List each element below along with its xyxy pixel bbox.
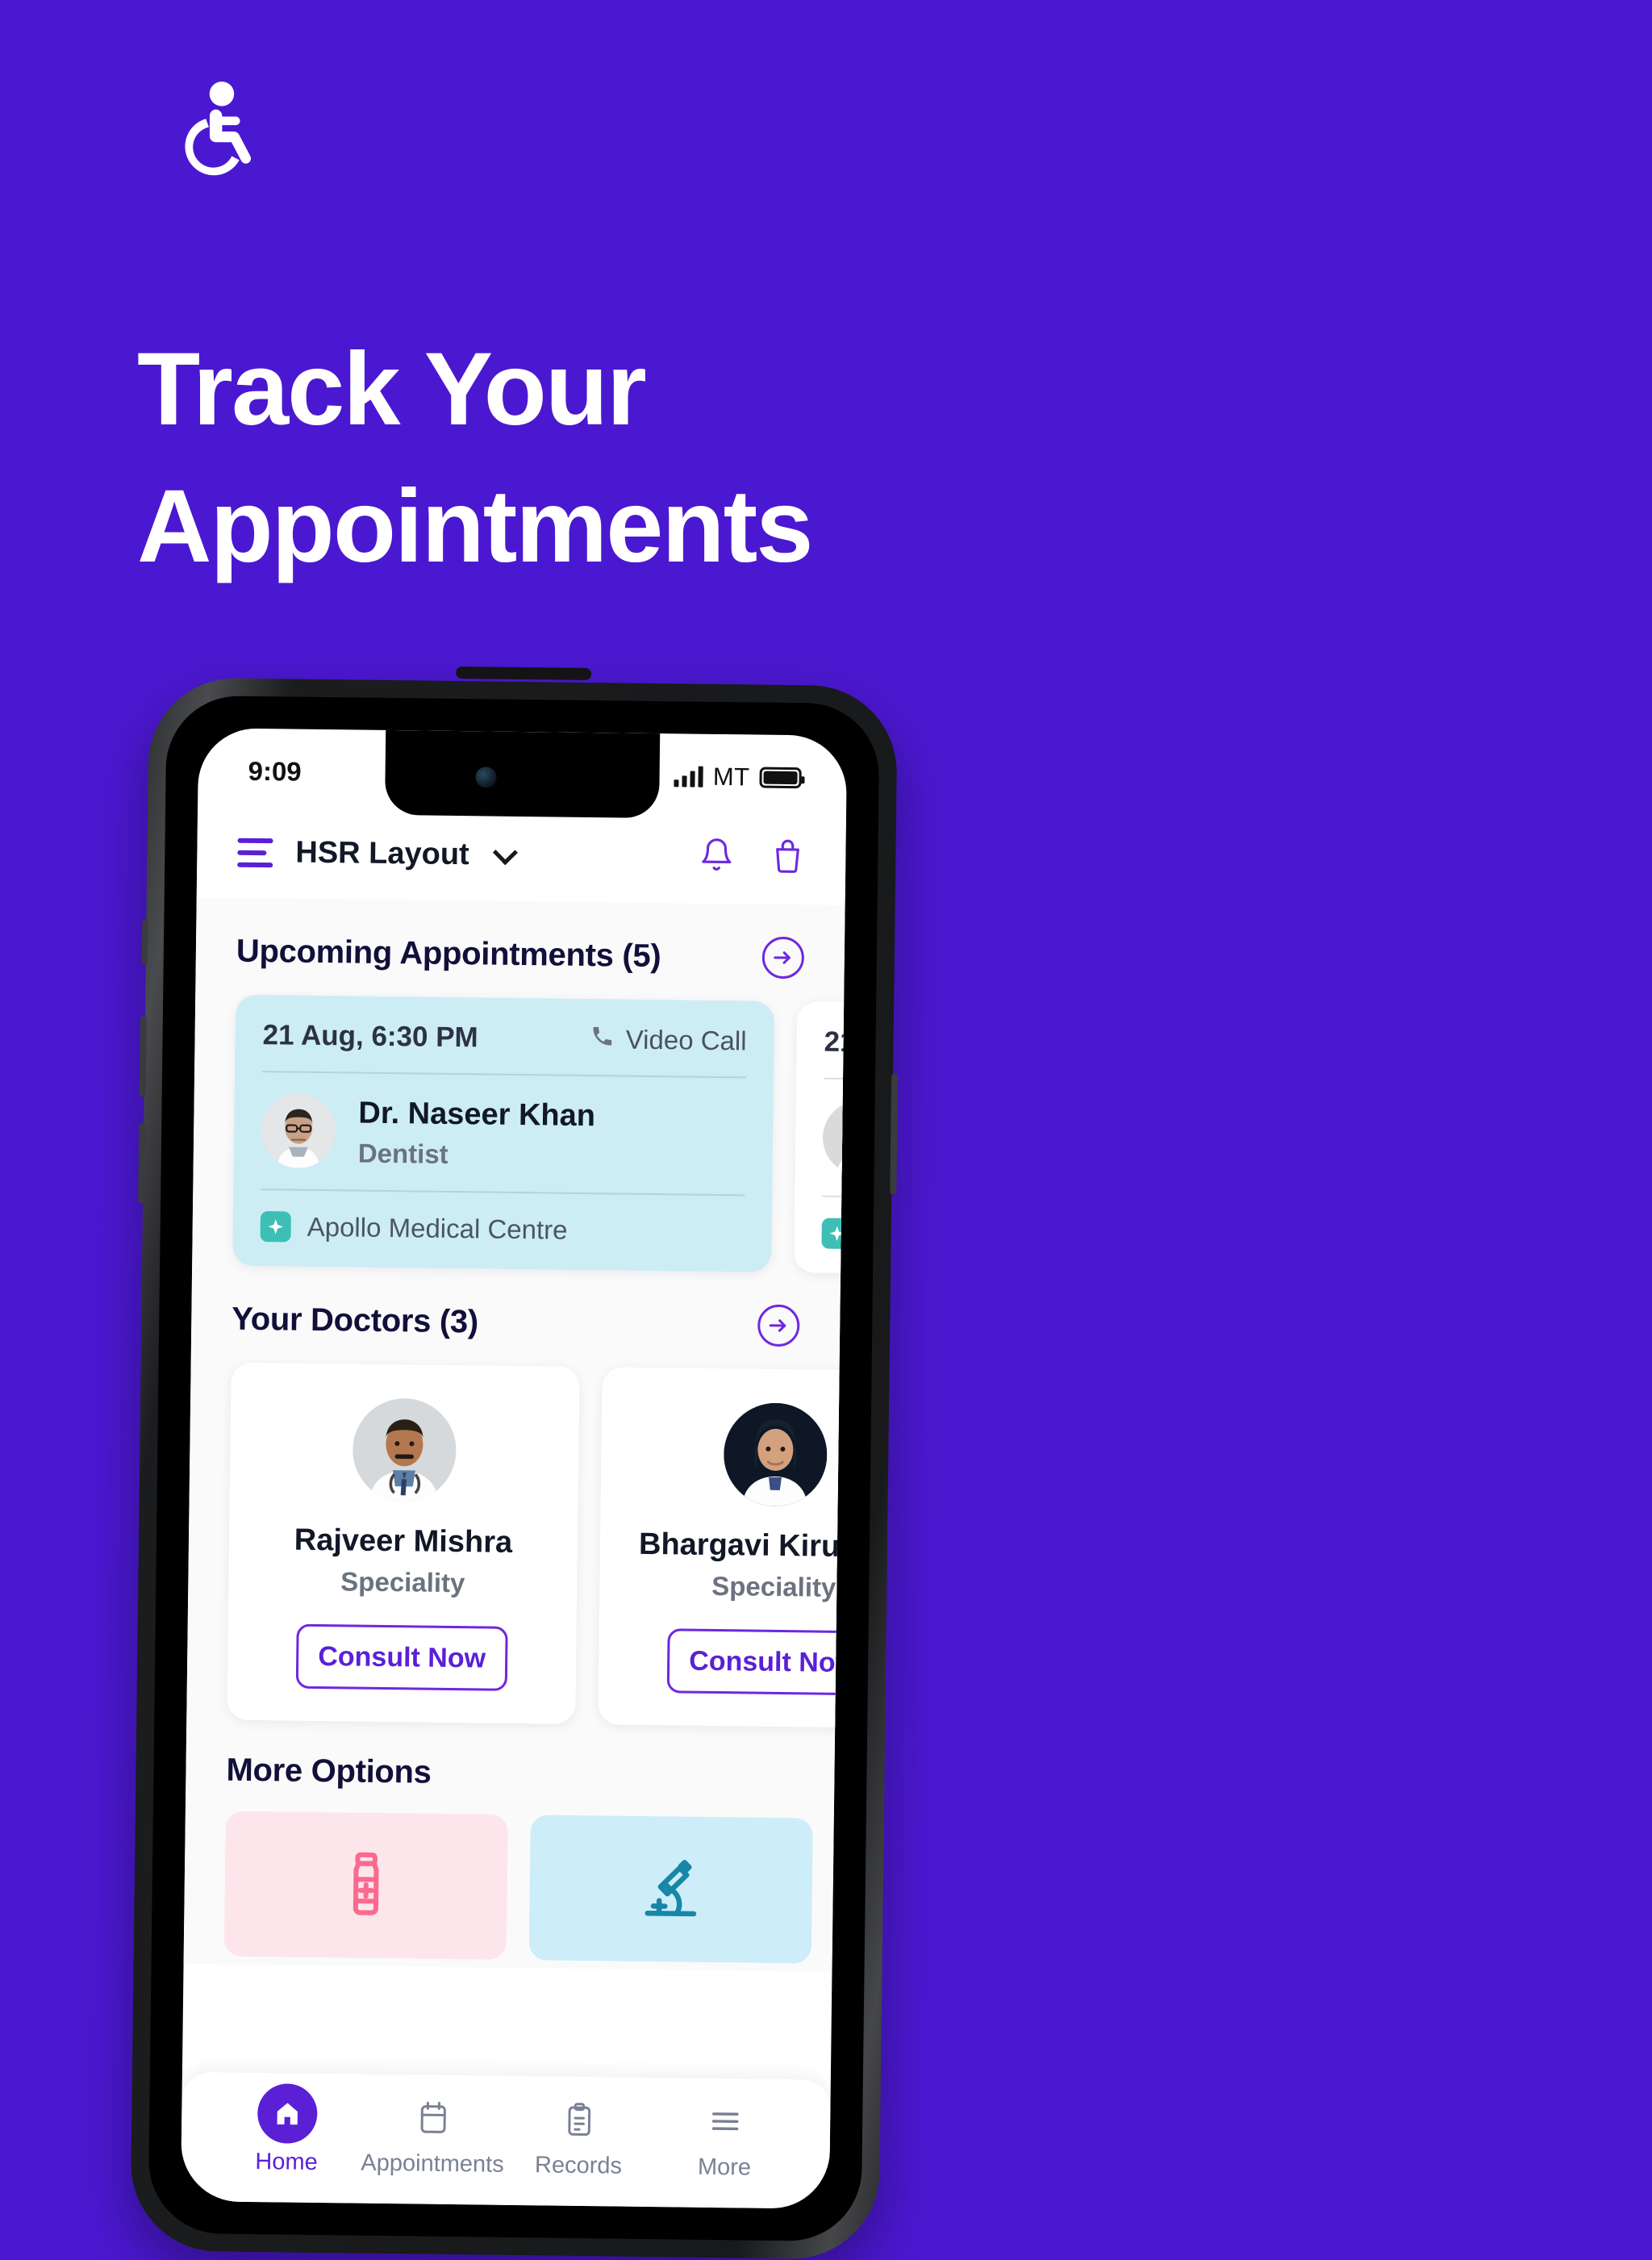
phone-screen: 9:09 MT HSR Layout [181, 728, 847, 2209]
phone-mockup: 9:09 MT HSR Layout [130, 677, 898, 2259]
appointment-datetime: 21 Aug, [824, 1026, 847, 1060]
tab-home[interactable]: Home [213, 2090, 360, 2176]
status-indicators: MT [674, 762, 802, 792]
chevron-down-icon[interactable] [493, 840, 518, 865]
tab-records-label: Records [535, 2152, 622, 2179]
hamburger-menu-icon[interactable] [237, 838, 273, 867]
tab-home-label: Home [255, 2149, 318, 2176]
power-button[interactable] [890, 1074, 898, 1195]
bell-icon[interactable] [699, 837, 735, 880]
tab-more-label: More [698, 2154, 751, 2182]
appointment-clinic: Apollo Medical Centre [260, 1190, 745, 1247]
hospital-cross-icon [821, 1218, 847, 1249]
doctor-speciality: Speciality [244, 1565, 561, 1600]
menu-lines-icon [707, 2096, 743, 2147]
home-icon [257, 2083, 317, 2144]
appointment-card-top: 21 Aug, 6:30 PM Video Call [262, 1019, 747, 1076]
page-title: Track Your Appointments [137, 321, 1024, 595]
hospital-cross-icon [260, 1211, 290, 1242]
doctors-carousel[interactable]: Rajveer Mishra Speciality Consult Now [186, 1362, 839, 1727]
appointment-card[interactable]: 21 Aug, 6:30 PM Video Call [232, 995, 774, 1272]
status-carrier: MT [713, 762, 750, 792]
phone-call-icon [590, 1024, 615, 1055]
appointment-clinic-name: Apollo Medical Centre [307, 1212, 567, 1246]
bottom-navigation: Home Appointments [181, 2072, 831, 2209]
battery-full-icon [759, 767, 801, 788]
more-options-section-title: More Options [226, 1752, 432, 1791]
appointment-mode-label: Video Call [626, 1025, 747, 1057]
more-options-section-header: More Options [186, 1719, 835, 1819]
doctor-card[interactable]: Rajveer Mishra Speciality Consult Now [227, 1363, 579, 1724]
appointments-section-title: Upcoming Appointments (5) [236, 933, 661, 974]
appointment-clinic: Apol [821, 1197, 847, 1255]
location-selector[interactable]: HSR Layout [237, 835, 515, 873]
doctor-name: Rajveer Mishra [245, 1523, 561, 1561]
avatar [823, 1101, 848, 1176]
phone-earpiece-speaker [456, 666, 591, 680]
page-title-line2: Appointments [137, 458, 1024, 595]
appointment-doctor-info: Dr. Naseer Khan Dentist [358, 1095, 596, 1172]
consult-now-button[interactable]: Consult Now [667, 1628, 848, 1695]
wheelchair-accessibility-icon [171, 77, 276, 182]
silence-switch[interactable] [142, 919, 148, 964]
calendar-icon [415, 2093, 450, 2144]
status-time: 9:09 [248, 755, 302, 787]
appointments-section-header: Upcoming Appointments (5) [195, 897, 845, 1002]
doctor-female-avatar [724, 1402, 828, 1507]
appointment-datetime: 21 Aug, 6:30 PM [262, 1019, 478, 1054]
microscope-icon [636, 1852, 706, 1926]
appointment-card-top: 21 Aug, [824, 1026, 847, 1084]
phone-notch [385, 730, 660, 818]
volume-down-button[interactable] [138, 1122, 145, 1203]
more-option-lab-tests[interactable] [529, 1815, 813, 1963]
avatar [261, 1093, 336, 1168]
appointment-doctor-name: Dr. Naseer Khan [358, 1095, 595, 1136]
appointment-card[interactable]: 21 Aug, [794, 1001, 847, 1279]
home-content: Upcoming Appointments (5) 21 Aug, 6:30 P… [184, 897, 845, 1972]
doctor-name: Bhargavi Kirubasa [616, 1527, 848, 1565]
appointment-doctor-speciality: Dentist [358, 1138, 595, 1172]
doctors-section-header: Your Doctors (3) [191, 1265, 841, 1370]
shopping-bag-icon[interactable] [770, 838, 806, 881]
tab-more[interactable]: More [651, 2095, 798, 2182]
consult-now-button[interactable]: Consult Now [296, 1624, 508, 1691]
phone-bezel: 9:09 MT HSR Layout [148, 696, 879, 2242]
tab-records[interactable]: Records [505, 2094, 652, 2180]
tab-appointments-label: Appointments [361, 2150, 504, 2179]
front-camera-icon [475, 767, 496, 787]
arrow-right-circle-icon[interactable] [762, 937, 805, 980]
appointments-carousel[interactable]: 21 Aug, 6:30 PM Video Call [192, 994, 844, 1273]
tab-appointments[interactable]: Appointments [359, 2092, 506, 2179]
more-options-row [184, 1811, 834, 1964]
home-icon-wrap [257, 2091, 317, 2141]
doctors-section-title: Your Doctors (3) [232, 1301, 478, 1340]
cellular-signal-icon [674, 766, 703, 787]
arrow-right-circle-icon[interactable] [757, 1305, 800, 1347]
volume-up-button[interactable] [140, 1016, 147, 1097]
more-option-medicines[interactable] [224, 1811, 508, 1960]
page-title-line1: Track Your [137, 321, 1024, 458]
appointment-mode: Video Call [590, 1024, 747, 1056]
appointment-doctor: Dr. Naseer Khan Dentist [261, 1072, 746, 1194]
doctor-male-avatar [353, 1397, 457, 1502]
app-header-actions [699, 837, 806, 881]
appointment-doctor [822, 1080, 847, 1201]
doctor-card[interactable]: Bhargavi Kirubasa Speciality Consult Now [598, 1367, 847, 1728]
doctor-speciality: Speciality [615, 1569, 847, 1604]
medicine-bottle-icon [331, 1849, 401, 1923]
clipboard-icon [561, 2095, 596, 2145]
app-header: HSR Layout [197, 813, 846, 905]
location-label: HSR Layout [295, 836, 469, 873]
